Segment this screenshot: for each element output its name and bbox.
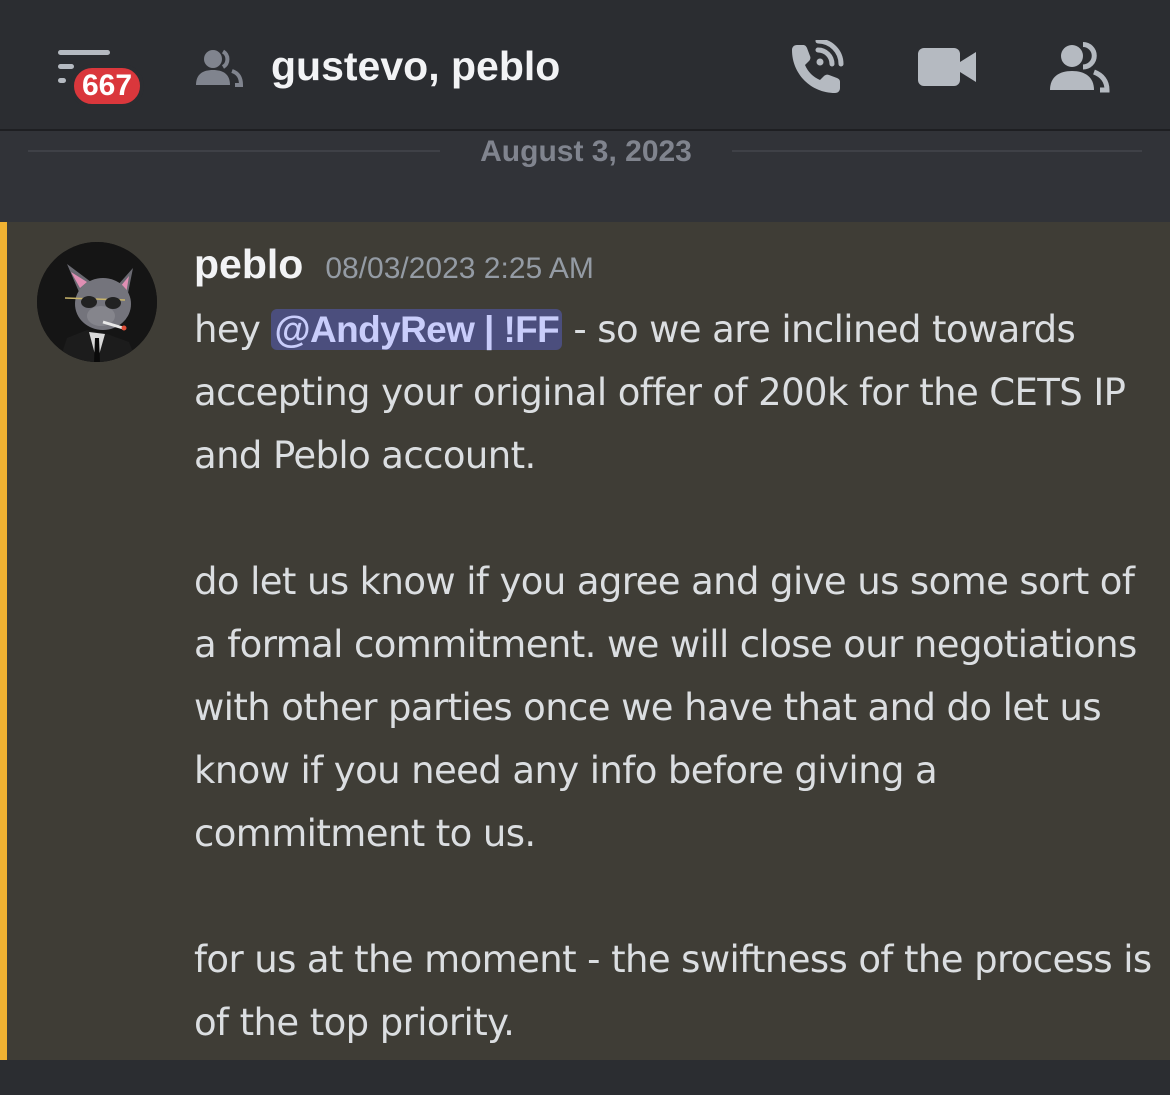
message-paragraph: for us at the moment - the swiftness of … bbox=[194, 938, 1152, 1044]
divider-line-right bbox=[732, 150, 1142, 152]
divider-date: August 3, 2023 bbox=[480, 135, 692, 168]
message-paragraph: hey @AndyRew | !FF - so we are inclined … bbox=[194, 298, 1154, 487]
message-header: peblo 08/03/2023 2:25 AM bbox=[194, 238, 594, 295]
members-icon bbox=[1050, 42, 1110, 93]
start-video-button[interactable] bbox=[914, 40, 978, 100]
unread-badge: 667 bbox=[70, 64, 145, 108]
phone-call-icon bbox=[792, 38, 844, 93]
group-dm-icon bbox=[196, 49, 244, 87]
channel-title: gustevo, peblo bbox=[271, 43, 561, 89]
message-paragraph: do let us know if you agree and give us … bbox=[194, 560, 1137, 855]
message-author[interactable]: peblo bbox=[194, 241, 303, 287]
discord-app: 667 gustevo, peblo August 3, 2023 peblo … bbox=[0, 0, 1170, 1095]
message-item[interactable]: peblo 08/03/2023 2:25 AM hey @AndyRew | !… bbox=[0, 222, 1170, 1060]
date-divider: August 3, 2023 bbox=[28, 130, 1142, 174]
message-text: hey bbox=[194, 308, 272, 351]
message-timestamp: 08/03/2023 2:25 AM bbox=[325, 252, 594, 285]
user-mention[interactable]: @AndyRew | !FF bbox=[271, 309, 563, 350]
start-call-button[interactable] bbox=[782, 38, 846, 100]
channel-header: 667 gustevo, peblo bbox=[0, 0, 1170, 131]
menu-button[interactable]: 667 bbox=[52, 42, 152, 112]
video-camera-icon bbox=[918, 48, 976, 86]
message-content: hey @AndyRew | !FF - so we are inclined … bbox=[194, 298, 1154, 1054]
divider-line-left bbox=[28, 150, 440, 152]
chat-input-area bbox=[0, 1060, 1170, 1095]
avatar[interactable] bbox=[37, 242, 157, 362]
cat-avatar-icon bbox=[37, 242, 157, 362]
members-button[interactable] bbox=[1046, 40, 1110, 100]
